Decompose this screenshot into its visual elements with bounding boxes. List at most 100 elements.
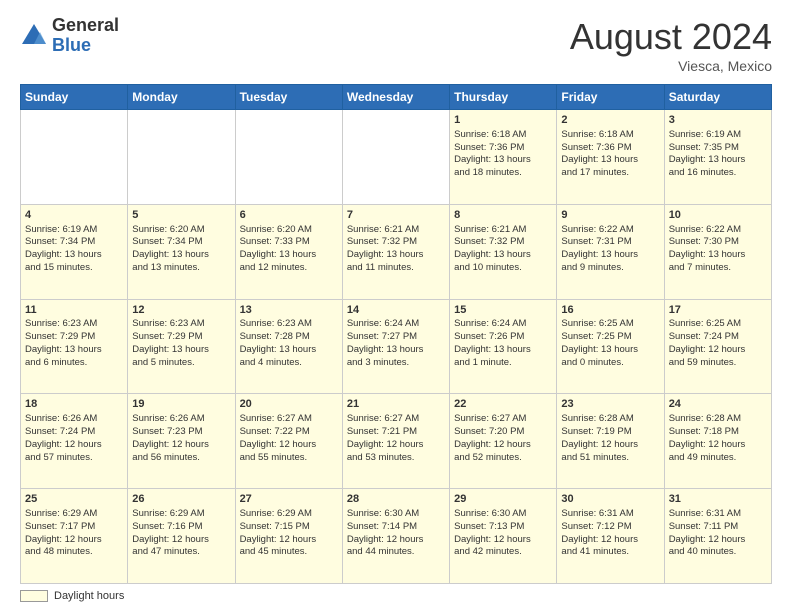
day-info: Sunrise: 6:30 AM	[347, 508, 445, 521]
day-info: and 59 minutes.	[669, 357, 767, 370]
day-info: Daylight: 13 hours	[132, 249, 230, 262]
day-info: Sunset: 7:30 PM	[669, 236, 767, 249]
header: General Blue August 2024 Viesca, Mexico	[20, 16, 772, 74]
day-info: Sunset: 7:19 PM	[561, 426, 659, 439]
day-info: Sunset: 7:29 PM	[25, 331, 123, 344]
day-info: and 5 minutes.	[132, 357, 230, 370]
day-info: and 45 minutes.	[240, 546, 338, 559]
calendar-cell: 23Sunrise: 6:28 AMSunset: 7:19 PMDayligh…	[557, 394, 664, 489]
day-number: 8	[454, 208, 552, 223]
calendar-cell: 20Sunrise: 6:27 AMSunset: 7:22 PMDayligh…	[235, 394, 342, 489]
calendar-cell: 9Sunrise: 6:22 AMSunset: 7:31 PMDaylight…	[557, 204, 664, 299]
day-info: Daylight: 13 hours	[25, 249, 123, 262]
day-info: Daylight: 13 hours	[669, 154, 767, 167]
calendar-header-wednesday: Wednesday	[342, 85, 449, 110]
day-info: Sunset: 7:28 PM	[240, 331, 338, 344]
day-info: and 55 minutes.	[240, 452, 338, 465]
day-info: Sunset: 7:27 PM	[347, 331, 445, 344]
day-info: Sunset: 7:24 PM	[669, 331, 767, 344]
day-info: and 44 minutes.	[347, 546, 445, 559]
day-info: Daylight: 12 hours	[561, 534, 659, 547]
calendar-cell: 25Sunrise: 6:29 AMSunset: 7:17 PMDayligh…	[21, 489, 128, 584]
calendar-cell: 8Sunrise: 6:21 AMSunset: 7:32 PMDaylight…	[450, 204, 557, 299]
day-number: 14	[347, 303, 445, 318]
day-info: Sunset: 7:32 PM	[454, 236, 552, 249]
day-info: Sunrise: 6:25 AM	[561, 318, 659, 331]
day-info: Sunrise: 6:23 AM	[132, 318, 230, 331]
day-info: Sunset: 7:11 PM	[669, 521, 767, 534]
day-number: 18	[25, 397, 123, 412]
day-info: Sunset: 7:36 PM	[454, 142, 552, 155]
day-info: Sunrise: 6:25 AM	[669, 318, 767, 331]
day-info: and 41 minutes.	[561, 546, 659, 559]
day-info: Daylight: 13 hours	[561, 344, 659, 357]
day-info: Daylight: 12 hours	[25, 534, 123, 547]
day-info: Sunrise: 6:26 AM	[132, 413, 230, 426]
day-info: Sunrise: 6:26 AM	[25, 413, 123, 426]
logo-text: General Blue	[52, 16, 119, 56]
day-info: Sunrise: 6:23 AM	[25, 318, 123, 331]
day-number: 2	[561, 113, 659, 128]
day-info: Sunset: 7:36 PM	[561, 142, 659, 155]
day-info: and 15 minutes.	[25, 262, 123, 275]
day-info: and 13 minutes.	[132, 262, 230, 275]
day-info: Sunset: 7:34 PM	[132, 236, 230, 249]
day-info: Daylight: 12 hours	[132, 534, 230, 547]
day-info: Sunrise: 6:31 AM	[561, 508, 659, 521]
daylight-swatch	[20, 590, 48, 602]
day-number: 23	[561, 397, 659, 412]
location: Viesca, Mexico	[570, 58, 772, 74]
day-info: and 12 minutes.	[240, 262, 338, 275]
day-number: 6	[240, 208, 338, 223]
day-info: and 40 minutes.	[669, 546, 767, 559]
day-number: 31	[669, 492, 767, 507]
day-info: Sunrise: 6:20 AM	[132, 224, 230, 237]
day-info: Sunset: 7:20 PM	[454, 426, 552, 439]
logo-icon	[20, 22, 48, 50]
day-info: Daylight: 12 hours	[347, 439, 445, 452]
calendar-header-sunday: Sunday	[21, 85, 128, 110]
day-info: Sunrise: 6:30 AM	[454, 508, 552, 521]
day-info: Daylight: 13 hours	[25, 344, 123, 357]
calendar-cell: 26Sunrise: 6:29 AMSunset: 7:16 PMDayligh…	[128, 489, 235, 584]
calendar-cell	[235, 110, 342, 205]
calendar-cell: 21Sunrise: 6:27 AMSunset: 7:21 PMDayligh…	[342, 394, 449, 489]
day-info: Sunrise: 6:29 AM	[132, 508, 230, 521]
day-info: Daylight: 13 hours	[240, 249, 338, 262]
day-info: Daylight: 13 hours	[240, 344, 338, 357]
calendar-cell: 14Sunrise: 6:24 AMSunset: 7:27 PMDayligh…	[342, 299, 449, 394]
day-info: Sunset: 7:25 PM	[561, 331, 659, 344]
day-info: and 9 minutes.	[561, 262, 659, 275]
calendar-week-row: 11Sunrise: 6:23 AMSunset: 7:29 PMDayligh…	[21, 299, 772, 394]
footer-label: Daylight hours	[54, 590, 124, 602]
day-info: Sunrise: 6:27 AM	[454, 413, 552, 426]
day-info: and 56 minutes.	[132, 452, 230, 465]
day-info: Sunrise: 6:18 AM	[454, 129, 552, 142]
day-info: Sunrise: 6:20 AM	[240, 224, 338, 237]
day-info: Sunrise: 6:31 AM	[669, 508, 767, 521]
day-number: 1	[454, 113, 552, 128]
calendar-table: SundayMondayTuesdayWednesdayThursdayFrid…	[20, 84, 772, 584]
day-info: Sunrise: 6:22 AM	[669, 224, 767, 237]
day-info: Sunset: 7:31 PM	[561, 236, 659, 249]
day-info: and 48 minutes.	[25, 546, 123, 559]
month-title: August 2024	[570, 16, 772, 58]
calendar-week-row: 1Sunrise: 6:18 AMSunset: 7:36 PMDaylight…	[21, 110, 772, 205]
title-block: August 2024 Viesca, Mexico	[570, 16, 772, 74]
calendar-cell: 4Sunrise: 6:19 AMSunset: 7:34 PMDaylight…	[21, 204, 128, 299]
day-info: Sunset: 7:26 PM	[454, 331, 552, 344]
calendar-week-row: 25Sunrise: 6:29 AMSunset: 7:17 PMDayligh…	[21, 489, 772, 584]
day-info: Sunrise: 6:22 AM	[561, 224, 659, 237]
day-info: Sunrise: 6:29 AM	[25, 508, 123, 521]
day-number: 29	[454, 492, 552, 507]
day-info: Sunrise: 6:21 AM	[454, 224, 552, 237]
day-info: and 16 minutes.	[669, 167, 767, 180]
day-info: Daylight: 12 hours	[669, 439, 767, 452]
day-number: 21	[347, 397, 445, 412]
calendar-cell: 10Sunrise: 6:22 AMSunset: 7:30 PMDayligh…	[664, 204, 771, 299]
day-number: 30	[561, 492, 659, 507]
day-number: 22	[454, 397, 552, 412]
day-info: and 3 minutes.	[347, 357, 445, 370]
day-number: 25	[25, 492, 123, 507]
calendar-cell: 7Sunrise: 6:21 AMSunset: 7:32 PMDaylight…	[342, 204, 449, 299]
